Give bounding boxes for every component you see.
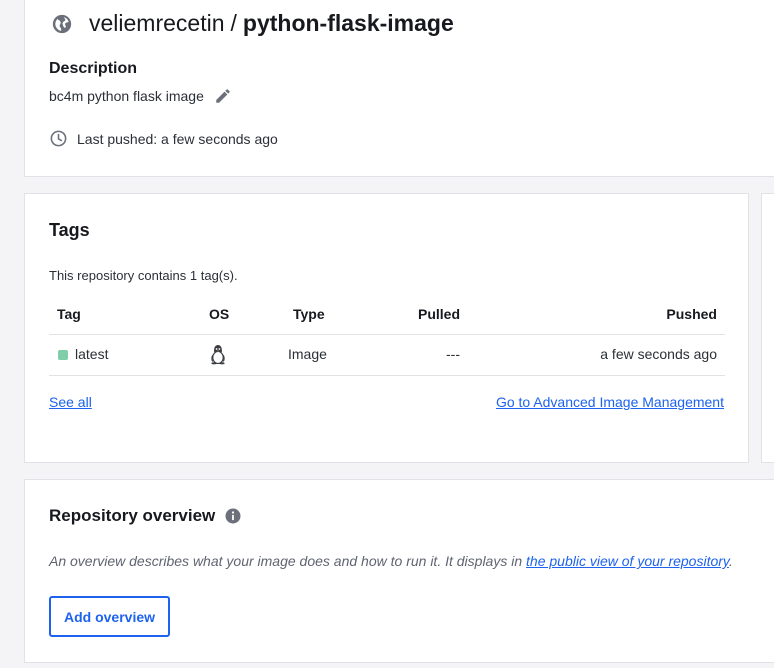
- tag-name[interactable]: latest: [75, 346, 108, 362]
- tags-card: Tags This repository contains 1 tag(s). …: [24, 193, 749, 463]
- repository-overview-card: Repository overview An overview describe…: [24, 479, 774, 663]
- linux-icon: [211, 345, 225, 365]
- tags-table-header: Tag OS Type Pulled Pushed: [49, 298, 725, 335]
- overview-description: An overview describes what your image do…: [49, 553, 733, 569]
- column-header-pulled: Pulled: [418, 306, 461, 322]
- repository-namespace[interactable]: veliemrecetin: [89, 10, 225, 37]
- repository-title: veliemrecetin / python-flask-image: [51, 10, 454, 37]
- overview-description-suffix: .: [728, 553, 733, 569]
- column-header-type: Type: [293, 306, 325, 322]
- pencil-icon[interactable]: [214, 87, 232, 105]
- add-overview-button[interactable]: Add overview: [49, 596, 170, 637]
- column-header-os: OS: [209, 306, 230, 322]
- repository-name: python-flask-image: [242, 10, 454, 36]
- side-panel-card: [761, 193, 774, 463]
- table-row[interactable]: latest Image --- a few seconds ago: [49, 335, 725, 376]
- repository-header-card: veliemrecetin / python-flask-image Descr…: [24, 0, 774, 177]
- overview-heading: Repository overview: [49, 506, 216, 525]
- tag-pushed: a few seconds ago: [600, 346, 717, 362]
- tags-heading: Tags: [49, 220, 90, 240]
- globe-icon: [52, 14, 72, 33]
- status-indicator: [58, 350, 68, 360]
- see-all-link[interactable]: See all: [49, 394, 92, 410]
- overview-heading-row: Repository overview: [49, 506, 242, 526]
- info-icon[interactable]: [224, 507, 242, 525]
- last-pushed-row: Last pushed: a few seconds ago: [49, 129, 278, 148]
- advanced-image-management-link[interactable]: Go to Advanced Image Management: [496, 394, 724, 410]
- tag-pulled: ---: [446, 346, 460, 362]
- tag-type: Image: [288, 346, 327, 362]
- column-header-tag: Tag: [57, 306, 81, 322]
- description-heading: Description: [49, 60, 138, 77]
- description-text: bc4m python flask image: [49, 88, 204, 104]
- clock-icon: [50, 130, 67, 147]
- public-view-link[interactable]: the public view of your repository: [526, 553, 729, 569]
- last-pushed-text: Last pushed: a few seconds ago: [77, 130, 278, 147]
- column-header-pushed: Pushed: [666, 306, 717, 322]
- description-row: bc4m python flask image: [49, 87, 232, 105]
- tags-table: Tag OS Type Pulled Pushed latest Image -…: [49, 298, 725, 376]
- title-separator: /: [230, 10, 237, 36]
- tags-count-text: This repository contains 1 tag(s).: [49, 268, 238, 283]
- overview-description-text: An overview describes what your image do…: [49, 553, 527, 569]
